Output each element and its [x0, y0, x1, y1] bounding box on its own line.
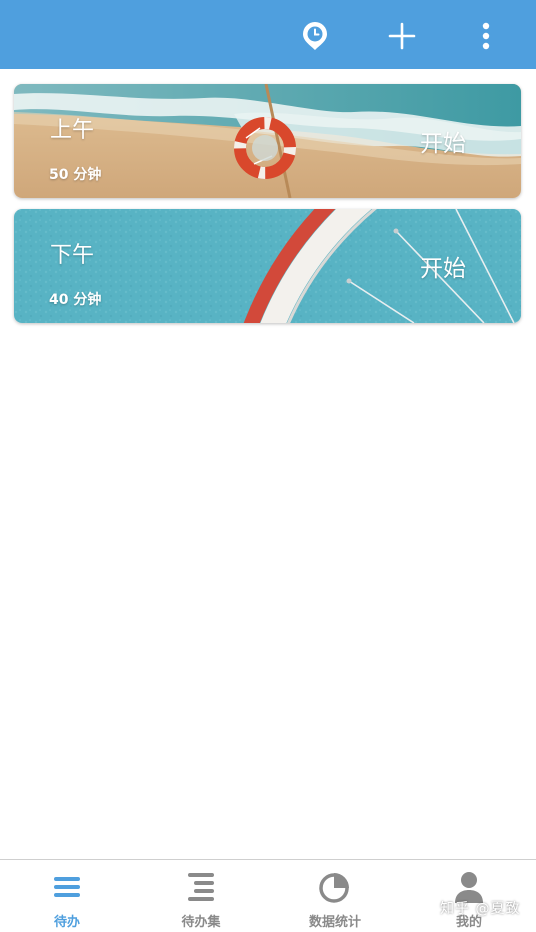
pie-chart-icon: [319, 873, 349, 903]
nav-item-todo-sets[interactable]: 待办集: [134, 860, 268, 932]
nav-item-statistics[interactable]: 数据统计: [268, 860, 402, 932]
task-title: 上午: [50, 118, 95, 143]
nav-item-profile[interactable]: 我的: [402, 860, 536, 932]
nav-label: 数据统计: [308, 915, 361, 930]
nav-label: 待办集: [181, 915, 221, 930]
task-title: 下午: [50, 243, 95, 268]
nav-item-todo[interactable]: 待办: [0, 860, 134, 932]
task-card-afternoon[interactable]: 下午 40 分钟 开始: [14, 209, 521, 323]
task-duration: 50 分钟: [49, 167, 102, 183]
top-app-bar: [0, 0, 536, 69]
task-card-morning[interactable]: 上午 50 分钟 开始: [14, 84, 521, 198]
timer-button[interactable]: [293, 14, 337, 58]
list-stack-icon: [188, 873, 214, 901]
start-button[interactable]: 开始: [420, 124, 466, 158]
plus-icon: [388, 22, 416, 50]
more-button[interactable]: [464, 14, 508, 58]
list-icon: [54, 877, 80, 897]
watermark: 知乎 @夏致: [440, 901, 521, 917]
task-duration: 40 分钟: [49, 292, 102, 308]
more-vertical-icon: [482, 22, 490, 50]
start-button[interactable]: 开始: [420, 249, 466, 283]
bottom-navigation: 待办 待办集 数据统计 我的: [0, 859, 536, 932]
nav-label: 待办: [53, 915, 80, 930]
add-button[interactable]: [380, 14, 424, 58]
clock-pin-icon: [303, 22, 327, 50]
